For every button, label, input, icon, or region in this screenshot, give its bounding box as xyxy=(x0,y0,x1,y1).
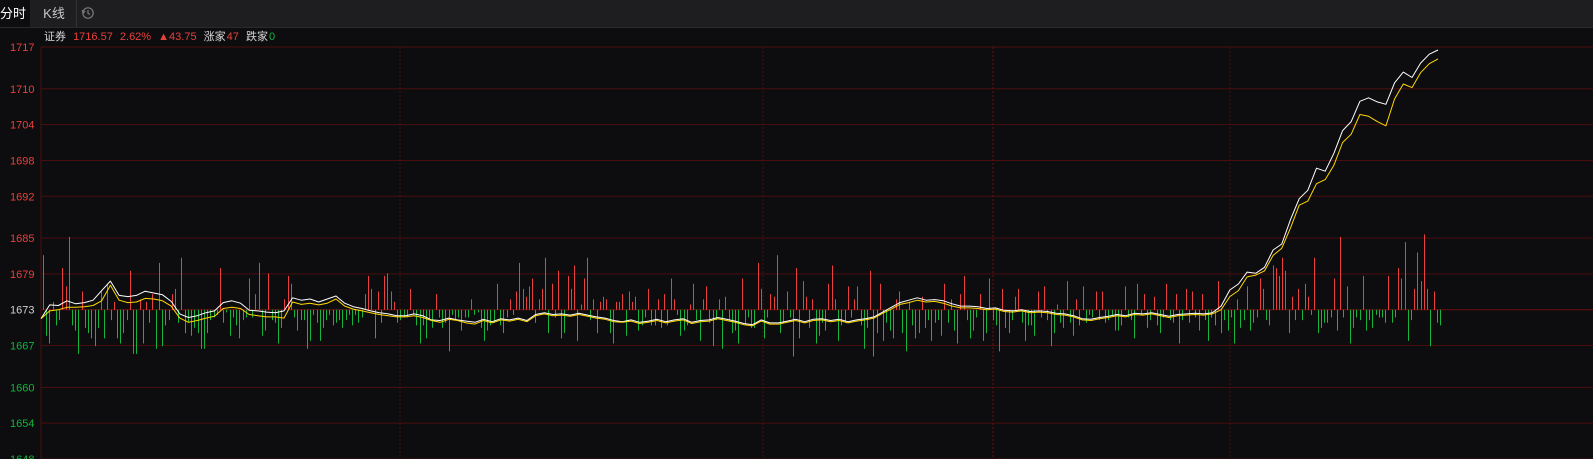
decliners-label: 跌家 xyxy=(245,31,268,43)
average-price-line xyxy=(40,58,1439,327)
y-tick-label: 1673 xyxy=(10,305,34,317)
y-tick-label: 1685 xyxy=(10,233,34,245)
last-price: 1716.57 xyxy=(73,31,113,43)
history-icon[interactable] xyxy=(76,0,99,27)
y-tick-label: 1667 xyxy=(10,341,34,353)
y-tick-label: 1679 xyxy=(10,269,34,281)
history-glyph xyxy=(81,7,94,19)
y-tick-label: 1710 xyxy=(10,84,34,96)
timeshare-chart: 1717 1710 1704 1698 1692 1685 1679 1673 1667 1660… xyxy=(10,42,1593,459)
advancers-count: 47 xyxy=(226,31,239,43)
stock-name: 证券 xyxy=(44,31,66,43)
y-tick-label: 1704 xyxy=(10,120,34,132)
price-line xyxy=(40,49,1439,326)
change-amount: ▲43.75 xyxy=(158,31,197,43)
tab-timeshare[interactable]: 分时 xyxy=(0,0,30,27)
tab-kline[interactable]: K线 xyxy=(36,0,72,27)
y-tick-label: 1654 xyxy=(10,418,34,430)
y-tick-label: 1660 xyxy=(10,382,34,394)
advancers-label: 涨家 xyxy=(203,31,226,43)
tab-bar: 分时 K线 xyxy=(0,0,1593,28)
y-tick-label: 1698 xyxy=(10,155,34,167)
change-percent: 2.62% xyxy=(119,31,152,43)
y-tick-label: 1717 xyxy=(10,42,34,54)
decliners-count: 0 xyxy=(268,31,276,43)
y-tick-label: 1692 xyxy=(10,191,34,203)
quote-info-bar: 证券 1716.57 2.62% ▲43.75 涨家47 跌家0 xyxy=(44,30,279,45)
y-tick-label: 1648 xyxy=(10,454,34,459)
